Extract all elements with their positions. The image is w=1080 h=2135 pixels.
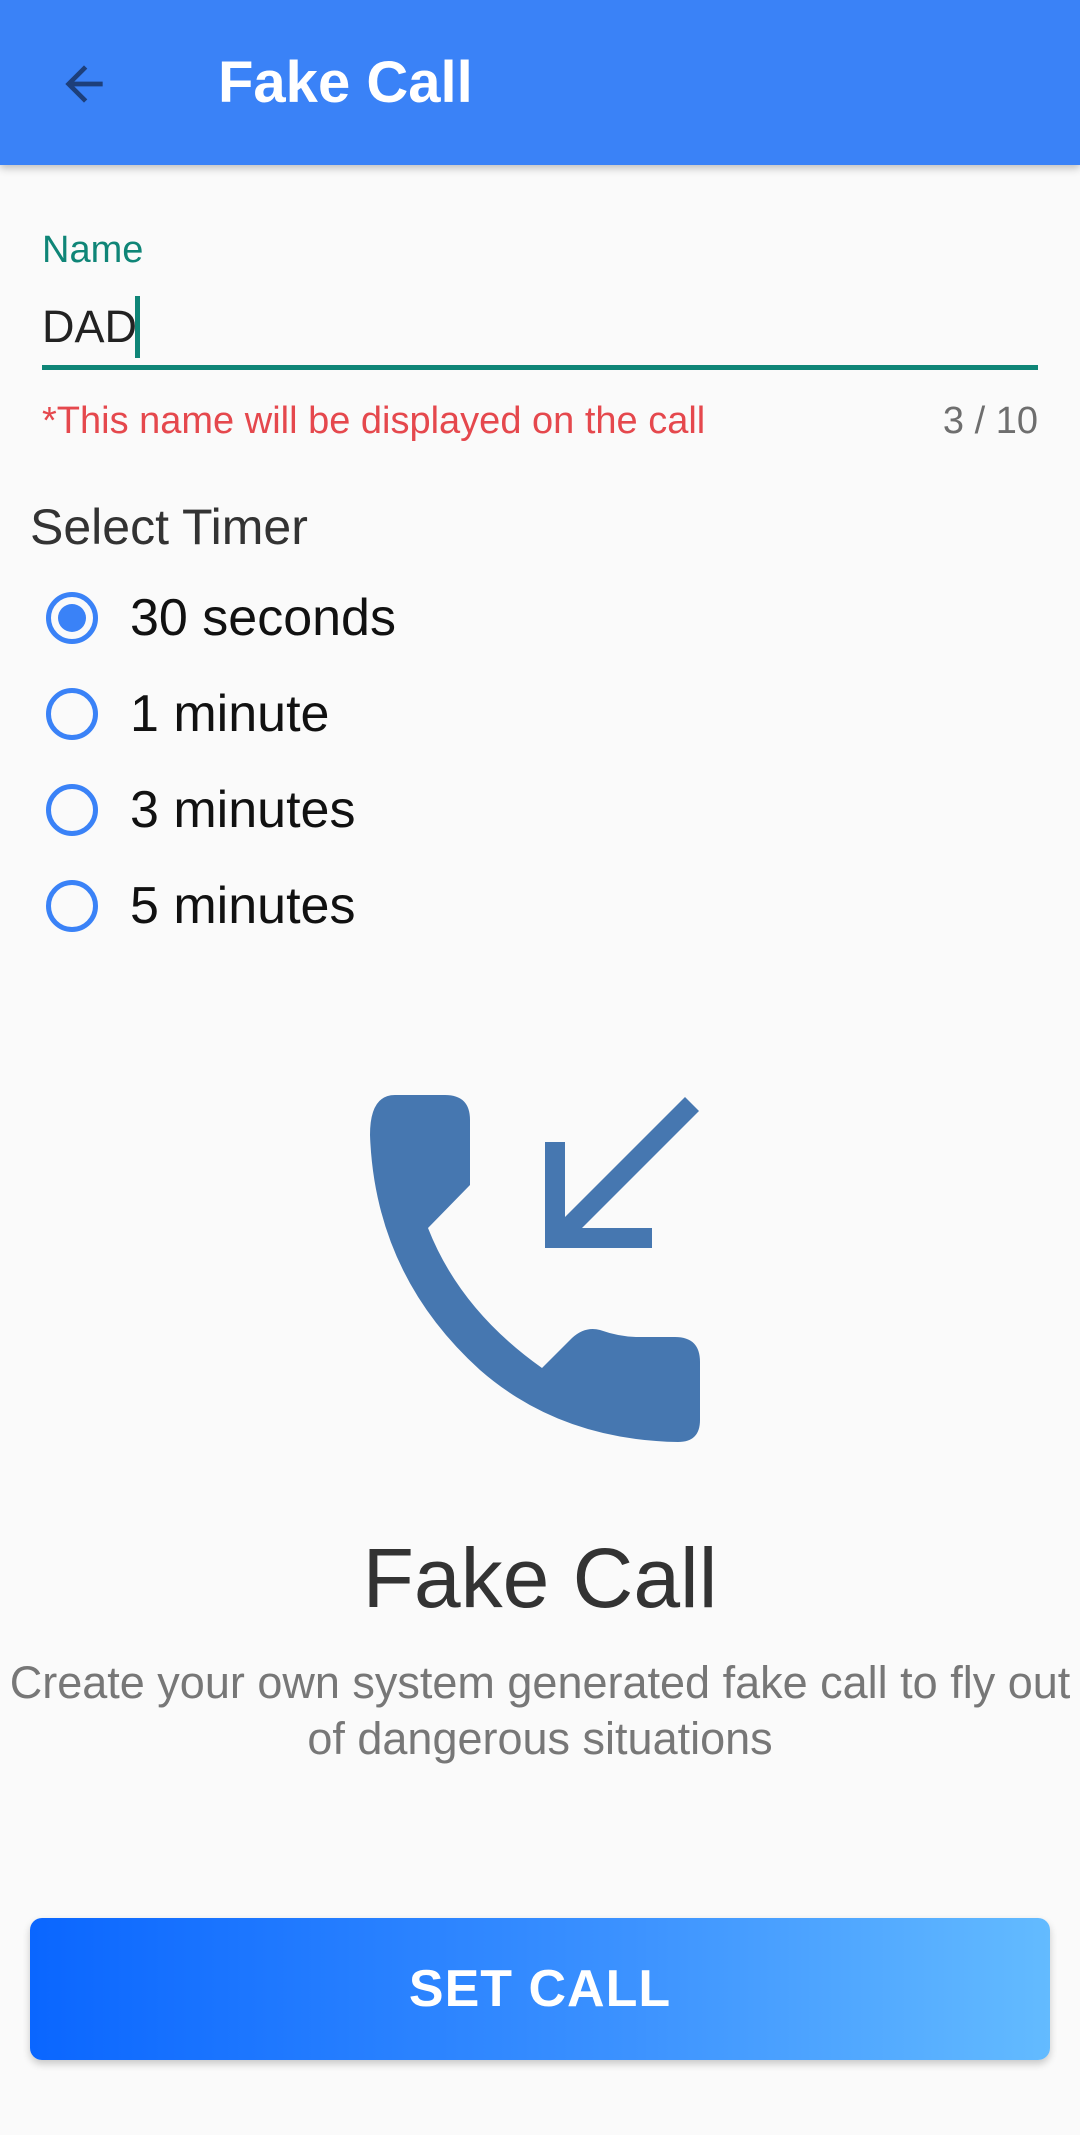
name-field-label: Name bbox=[42, 229, 144, 271]
character-counter: 3 / 10 bbox=[942, 400, 1038, 442]
name-helper-text: *This name will be displayed on the call bbox=[42, 400, 706, 442]
app-title: Fake Call bbox=[218, 50, 473, 115]
name-field-underline bbox=[42, 365, 1038, 370]
name-input[interactable] bbox=[42, 295, 1038, 359]
radio-unselected-icon[interactable] bbox=[46, 688, 98, 740]
select-timer-title: Select Timer bbox=[30, 499, 308, 555]
incoming-call-icon bbox=[370, 1095, 700, 1442]
text-cursor bbox=[135, 296, 140, 358]
hero-description: Create your own system generated fake ca… bbox=[9, 1657, 1071, 1764]
back-button[interactable] bbox=[40, 40, 128, 128]
set-call-button[interactable]: SET CALL bbox=[30, 1918, 1050, 2060]
hero-title: Fake Call bbox=[362, 1531, 718, 1625]
timer-option-1-minute[interactable]: 1 minute bbox=[46, 674, 329, 754]
timer-option-label: 30 seconds bbox=[130, 589, 396, 647]
radio-unselected-icon[interactable] bbox=[46, 880, 98, 932]
timer-option-label: 5 minutes bbox=[130, 877, 356, 935]
app-bar: Fake Call bbox=[0, 0, 1080, 165]
timer-option-label: 3 minutes bbox=[130, 781, 356, 839]
timer-option-5-minutes[interactable]: 5 minutes bbox=[46, 866, 355, 946]
timer-option-30-seconds[interactable]: 30 seconds bbox=[46, 578, 396, 658]
arrow-back-icon bbox=[65, 65, 103, 103]
radio-selected-icon[interactable] bbox=[46, 592, 98, 644]
timer-option-3-minutes[interactable]: 3 minutes bbox=[46, 770, 355, 850]
radio-unselected-icon[interactable] bbox=[46, 784, 98, 836]
timer-option-label: 1 minute bbox=[130, 685, 330, 743]
